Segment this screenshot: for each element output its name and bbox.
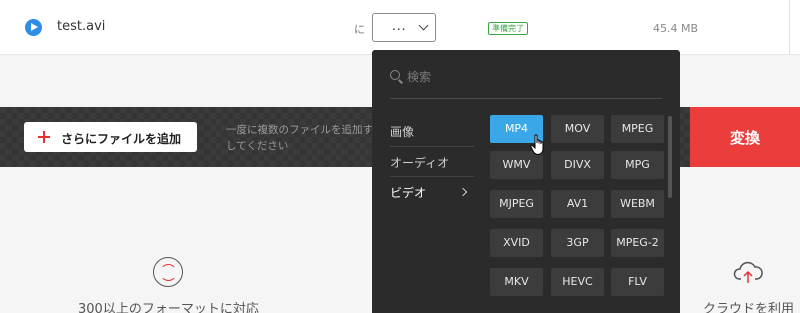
format-option-mpeg-2[interactable]: MPEG-2 bbox=[611, 229, 664, 257]
format-select-value: ... bbox=[392, 19, 407, 33]
file-name: test.avi bbox=[57, 19, 106, 34]
chevron-down-icon bbox=[418, 20, 429, 31]
sync-icon bbox=[153, 257, 183, 287]
format-option-xvid[interactable]: XVID bbox=[490, 229, 543, 257]
search-icon bbox=[390, 70, 400, 80]
status-badge: 準備完了 bbox=[488, 22, 528, 35]
convert-button[interactable]: 変換 bbox=[690, 107, 800, 167]
add-file-label: さらにファイルを追加 bbox=[61, 132, 182, 146]
format-option-mpeg[interactable]: MPEG bbox=[611, 115, 664, 143]
to-label: に bbox=[354, 23, 365, 36]
cloud-upload-icon bbox=[733, 261, 763, 283]
format-option-mpg[interactable]: MPG bbox=[611, 151, 664, 179]
hint-line-2: してください bbox=[226, 140, 289, 152]
divider bbox=[390, 98, 662, 99]
format-option-mov[interactable]: MOV bbox=[551, 115, 604, 143]
formats-feature-text: 300以上のフォーマットに対応 bbox=[78, 302, 259, 313]
format-option-divx[interactable]: DIVX bbox=[551, 151, 604, 179]
format-option-flv[interactable]: FLV bbox=[611, 268, 664, 296]
category-video[interactable]: ビデオ bbox=[390, 176, 474, 206]
row-divider bbox=[789, 0, 790, 55]
plus-icon bbox=[38, 131, 50, 143]
format-select[interactable]: ... bbox=[372, 13, 436, 42]
category-label: ビデオ bbox=[390, 186, 427, 200]
cloud-feature-text: クラウドを利用 bbox=[703, 302, 795, 313]
category-label: 画像 bbox=[390, 125, 415, 139]
file-row: test.avi に ... 準備完了 45.4 MB bbox=[0, 0, 800, 55]
search-input[interactable] bbox=[407, 69, 657, 85]
file-size: 45.4 MB bbox=[653, 22, 699, 35]
hint-text: 一度に複数のファイルを追加す してください bbox=[226, 122, 376, 154]
format-option-mkv[interactable]: MKV bbox=[490, 268, 543, 296]
format-option-av1[interactable]: AV1 bbox=[551, 190, 604, 218]
category-image[interactable]: 画像 bbox=[390, 116, 474, 146]
format-option-webm[interactable]: WEBM bbox=[611, 190, 664, 218]
chevron-right-icon bbox=[458, 187, 468, 197]
add-file-button[interactable]: さらにファイルを追加 bbox=[24, 122, 197, 152]
hand-cursor-icon bbox=[530, 134, 544, 156]
format-option-hevc[interactable]: HEVC bbox=[551, 268, 604, 296]
format-dropdown: 画像 オーディオ ビデオ MP4MOVMPEGWMVDIVXMPGMJPEGAV… bbox=[372, 50, 680, 313]
hint-line-1: 一度に複数のファイルを追加す bbox=[226, 124, 373, 136]
category-audio[interactable]: オーディオ bbox=[390, 146, 474, 176]
play-circle-icon[interactable] bbox=[25, 19, 42, 36]
scrollbar[interactable] bbox=[668, 116, 672, 198]
format-option-mjpeg[interactable]: MJPEG bbox=[490, 190, 543, 218]
convert-label: 変換 bbox=[729, 129, 760, 147]
format-option-3gp[interactable]: 3GP bbox=[551, 229, 604, 257]
category-label: オーディオ bbox=[390, 156, 450, 170]
